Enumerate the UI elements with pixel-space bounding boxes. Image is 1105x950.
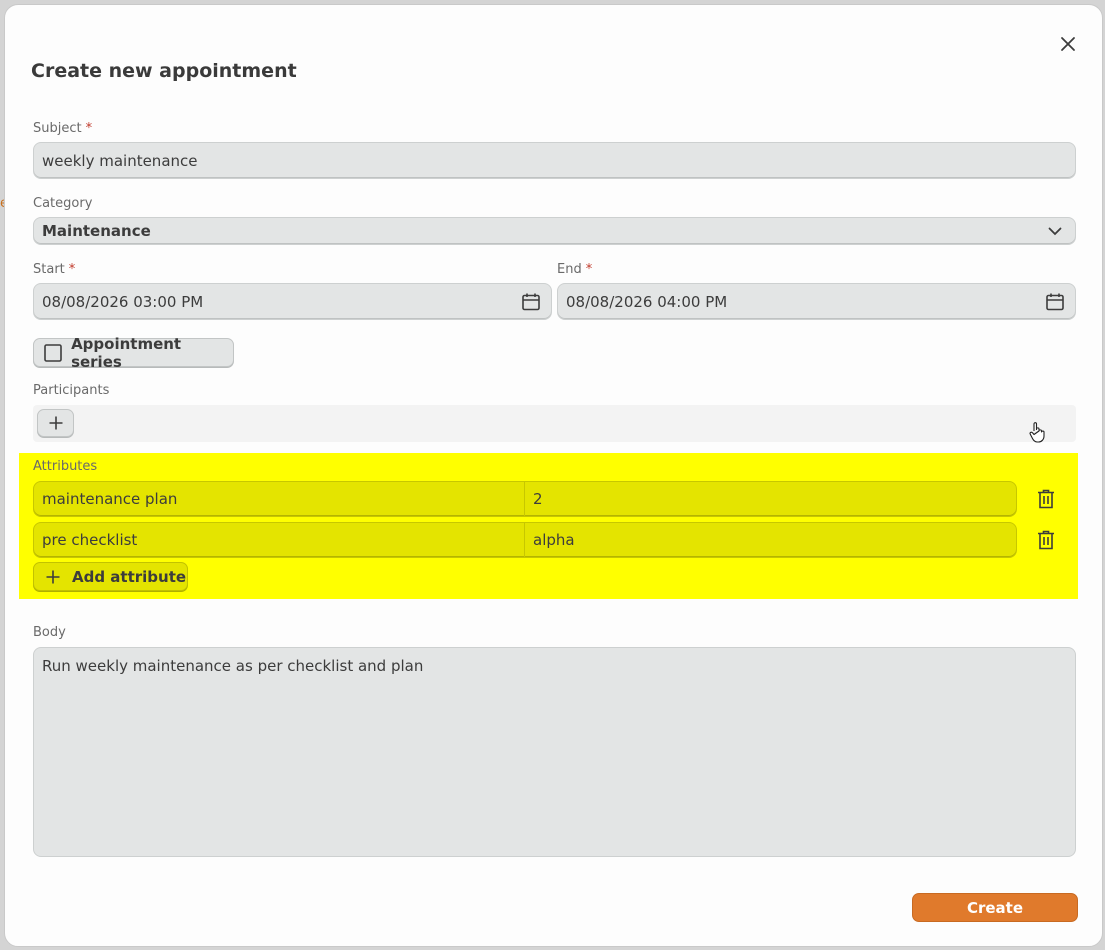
appointment-dialog: Create new appointment Subject * weekly m… <box>4 4 1103 947</box>
attribute-row: maintenance plan 2 <box>33 481 1017 517</box>
body-value: Run weekly maintenance as per checklist … <box>42 657 424 675</box>
attribute-value-input[interactable]: alpha <box>525 523 1016 557</box>
body-textarea[interactable]: Run weekly maintenance as per checklist … <box>33 647 1076 857</box>
attribute-key: pre checklist <box>42 531 138 549</box>
end-value: 08/08/2026 04:00 PM <box>566 292 728 311</box>
delete-attribute-button[interactable] <box>1035 528 1057 552</box>
attribute-value: alpha <box>533 531 575 549</box>
start-datetime-input[interactable]: 08/08/2026 03:00 PM <box>33 283 552 320</box>
start-value: 08/08/2026 03:00 PM <box>42 292 204 311</box>
hand-cursor-icon <box>1029 421 1045 447</box>
end-datetime-input[interactable]: 08/08/2026 04:00 PM <box>557 283 1076 320</box>
required-mark: * <box>85 121 93 136</box>
add-participant-button[interactable] <box>37 409 74 437</box>
subject-value: weekly maintenance <box>42 151 198 170</box>
start-label: Start * <box>33 262 75 277</box>
category-select[interactable]: Maintenance <box>33 217 1076 245</box>
trash-icon <box>1038 530 1054 550</box>
appointment-series-label: Appointment series <box>71 334 182 371</box>
calendar-icon[interactable] <box>1035 284 1075 319</box>
required-mark: * <box>68 262 76 277</box>
attribute-key-input[interactable]: maintenance plan <box>34 482 525 516</box>
attribute-key: maintenance plan <box>42 490 178 508</box>
required-mark: * <box>585 262 593 277</box>
appointment-series-toggle[interactable]: Appointment series <box>33 335 234 371</box>
close-button[interactable] <box>1055 31 1081 57</box>
end-label: End * <box>557 262 592 277</box>
attribute-value-input[interactable]: 2 <box>525 482 1016 516</box>
calendar-icon[interactable] <box>511 284 551 319</box>
chevron-down-icon <box>1035 218 1075 244</box>
subject-label-text: Subject <box>33 121 82 136</box>
create-button[interactable]: Create <box>912 893 1078 922</box>
subject-label: Subject * <box>33 121 92 136</box>
checkbox-icon[interactable] <box>34 343 71 362</box>
end-label-text: End <box>557 262 582 277</box>
attribute-key-input[interactable]: pre checklist <box>34 523 525 557</box>
add-attribute-label: Add attribute <box>72 567 187 586</box>
delete-attribute-button[interactable] <box>1035 487 1057 511</box>
subject-input[interactable]: weekly maintenance <box>33 142 1076 179</box>
category-label: Category <box>33 196 93 211</box>
attribute-value: 2 <box>533 490 543 508</box>
close-icon <box>1061 37 1075 51</box>
category-value: Maintenance <box>42 222 151 240</box>
trash-icon <box>1038 489 1054 509</box>
attribute-row: pre checklist alpha <box>33 522 1017 558</box>
plus-icon <box>34 570 72 584</box>
attributes-label: Attributes <box>33 459 98 474</box>
participants-area[interactable] <box>33 405 1076 442</box>
start-label-text: Start <box>33 262 65 277</box>
participants-label: Participants <box>33 383 110 398</box>
plus-icon <box>49 416 62 430</box>
body-label: Body <box>33 625 66 640</box>
dialog-title: Create new appointment <box>31 60 297 82</box>
add-attribute-button[interactable]: Add attribute <box>33 562 188 591</box>
